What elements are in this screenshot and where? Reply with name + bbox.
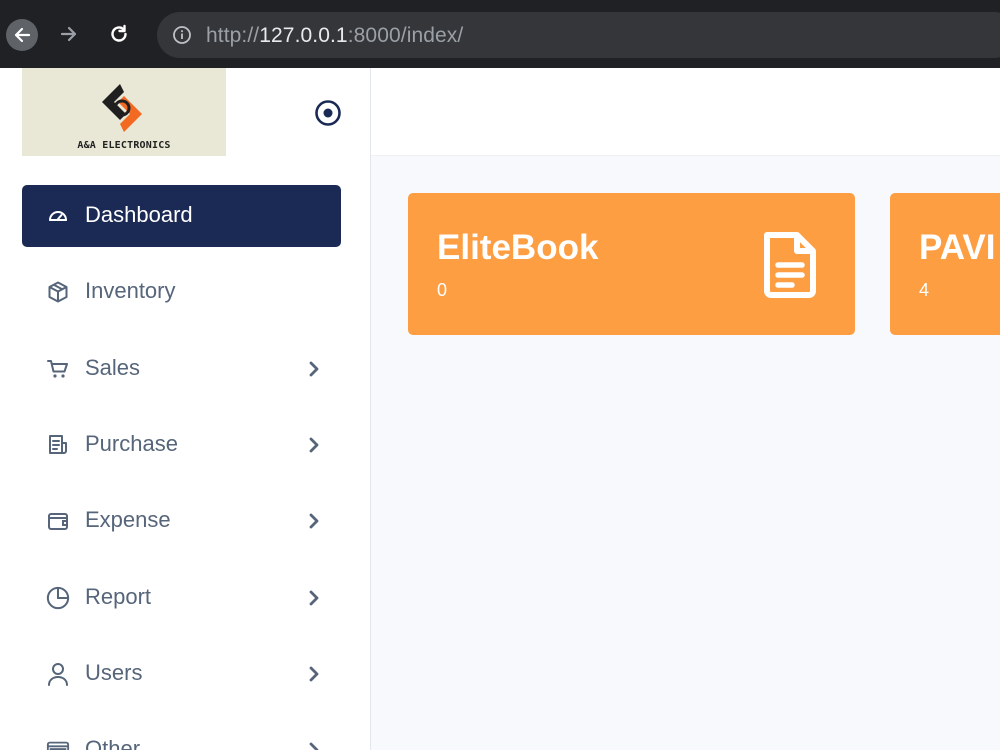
sidebar-item-label: Other bbox=[85, 736, 141, 750]
receipt-icon bbox=[46, 433, 70, 457]
user-icon bbox=[46, 662, 70, 686]
logo-text: A&A ELECTRONICS bbox=[77, 140, 171, 151]
card-title: EliteBook bbox=[437, 228, 599, 267]
address-bar[interactable]: http://127.0.0.1:8000/index/ bbox=[157, 12, 1000, 58]
chevron-right-icon bbox=[309, 590, 319, 606]
stat-card-elitebook[interactable]: EliteBook 0 bbox=[408, 193, 855, 335]
sidebar-item-label: Users bbox=[85, 660, 143, 685]
sidebar-item-label: Inventory bbox=[85, 278, 176, 303]
window-icon bbox=[46, 738, 70, 750]
top-navbar bbox=[371, 68, 1000, 156]
reload-icon bbox=[111, 24, 127, 42]
wallet-icon bbox=[46, 509, 70, 533]
sidebar-item-label: Report bbox=[85, 584, 152, 609]
card-title: PAVI bbox=[919, 228, 996, 267]
arrow-right-icon bbox=[60, 26, 77, 42]
sidebar-item-expense[interactable]: Expense bbox=[22, 490, 341, 552]
info-icon[interactable] bbox=[172, 25, 192, 45]
sidebar-item-report[interactable]: Report bbox=[22, 567, 341, 629]
sidebar-item-label: Purchase bbox=[85, 431, 178, 456]
sidebar-toggle-icon[interactable] bbox=[314, 99, 342, 127]
pie-chart-icon bbox=[46, 586, 70, 610]
sidebar-item-other[interactable]: Other bbox=[22, 719, 341, 750]
sidebar-item-label: Sales bbox=[85, 355, 141, 380]
sidebar-item-label: Dashboard bbox=[85, 202, 193, 227]
browser-toolbar: http://127.0.0.1:8000/index/ bbox=[0, 0, 1000, 68]
url-host: 127.0.0.1 bbox=[259, 24, 348, 47]
forward-button[interactable] bbox=[54, 19, 84, 49]
card-value: 4 bbox=[919, 280, 930, 300]
reload-button[interactable] bbox=[104, 19, 134, 49]
sidebar-item-inventory[interactable]: Inventory bbox=[22, 261, 341, 323]
sidebar-item-users[interactable]: Users bbox=[22, 643, 341, 705]
chevron-right-icon bbox=[309, 361, 319, 377]
sidebar-item-label: Expense bbox=[85, 507, 171, 532]
stat-card-pavilion[interactable]: PAVI 4 bbox=[890, 193, 1000, 335]
sidebar-item-dashboard[interactable]: Dashboard bbox=[22, 185, 341, 247]
chevron-right-icon bbox=[309, 666, 319, 682]
card-value: 0 bbox=[437, 280, 448, 300]
gauge-icon bbox=[46, 204, 70, 228]
sidebar-item-purchase[interactable]: Purchase bbox=[22, 414, 341, 476]
document-icon bbox=[764, 232, 816, 298]
sidebar-item-sales[interactable]: Sales bbox=[22, 338, 341, 400]
url-scheme: http:// bbox=[206, 24, 260, 47]
arrow-left-icon bbox=[14, 27, 31, 43]
back-button[interactable] bbox=[6, 19, 38, 51]
cart-icon bbox=[46, 357, 70, 381]
logo[interactable]: A&A ELECTRONICS bbox=[22, 68, 226, 156]
chevron-right-icon bbox=[309, 742, 319, 750]
box-icon bbox=[46, 280, 70, 304]
chevron-right-icon bbox=[309, 437, 319, 453]
sidebar: A&A ELECTRONICS Dashboard Inventory Sale… bbox=[0, 68, 371, 750]
logo-mark-icon bbox=[102, 84, 142, 132]
url-text: http://127.0.0.1:8000/index/ bbox=[206, 24, 463, 48]
url-path: :8000/index/ bbox=[347, 24, 464, 47]
chevron-right-icon bbox=[309, 513, 319, 529]
